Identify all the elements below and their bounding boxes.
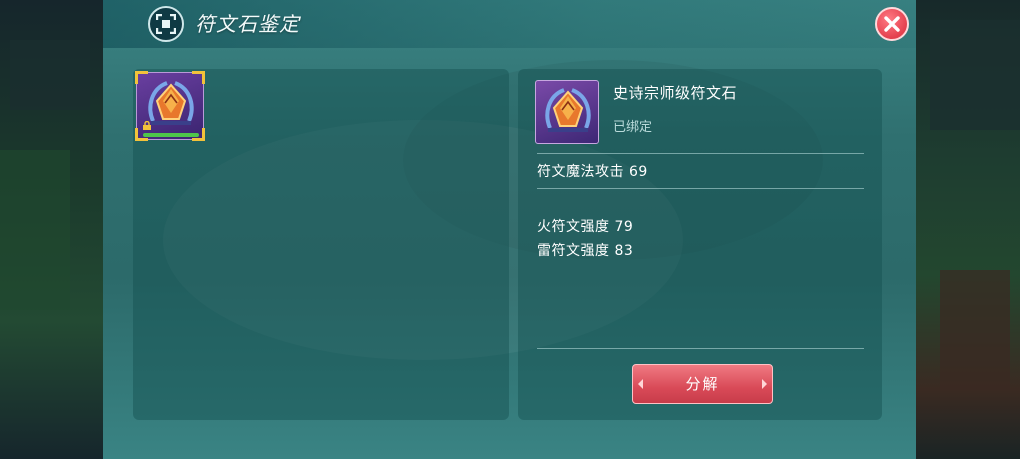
secondary-stat: 火符文强度 79 <box>537 219 634 235</box>
bind-indicator-bar <box>143 133 199 137</box>
decompose-button[interactable]: 分解 <box>632 364 773 404</box>
rune-appraisal-dialog: 符文石鉴定 史诗宗师级符文石 已绑定 符文魔法攻击 69 火符文强度 79 雷符… <box>103 0 916 459</box>
arrow-left-icon <box>638 379 643 389</box>
background-grass <box>0 150 70 310</box>
title-bar: 符文石鉴定 <box>103 0 916 48</box>
lock-icon <box>143 121 151 130</box>
game-background-right <box>916 0 1020 459</box>
decompose-label: 分解 <box>685 375 720 393</box>
divider <box>537 188 864 189</box>
item-detail-icon <box>535 80 599 144</box>
background-crate <box>940 270 1010 390</box>
background-building <box>10 40 90 110</box>
scan-icon <box>148 6 184 42</box>
game-background-left <box>0 0 103 459</box>
background-building <box>930 20 1020 130</box>
arrow-right-icon <box>762 379 767 389</box>
close-button[interactable] <box>875 7 909 41</box>
secondary-stat: 雷符文强度 83 <box>537 243 634 259</box>
divider <box>537 348 864 349</box>
primary-stat: 符文魔法攻击 69 <box>537 164 648 180</box>
rune-inventory-panel <box>133 69 509 420</box>
inventory-slot-rune-stone[interactable] <box>135 71 205 141</box>
item-detail-panel: 史诗宗师级符文石 已绑定 符文魔法攻击 69 火符文强度 79 雷符文强度 83… <box>518 69 882 420</box>
dialog-title: 符文石鉴定 <box>195 12 300 36</box>
item-name: 史诗宗师级符文石 <box>613 84 738 102</box>
close-icon <box>884 16 900 32</box>
bind-status: 已绑定 <box>613 120 653 135</box>
rune-gem-icon <box>545 88 591 132</box>
divider <box>537 153 864 154</box>
